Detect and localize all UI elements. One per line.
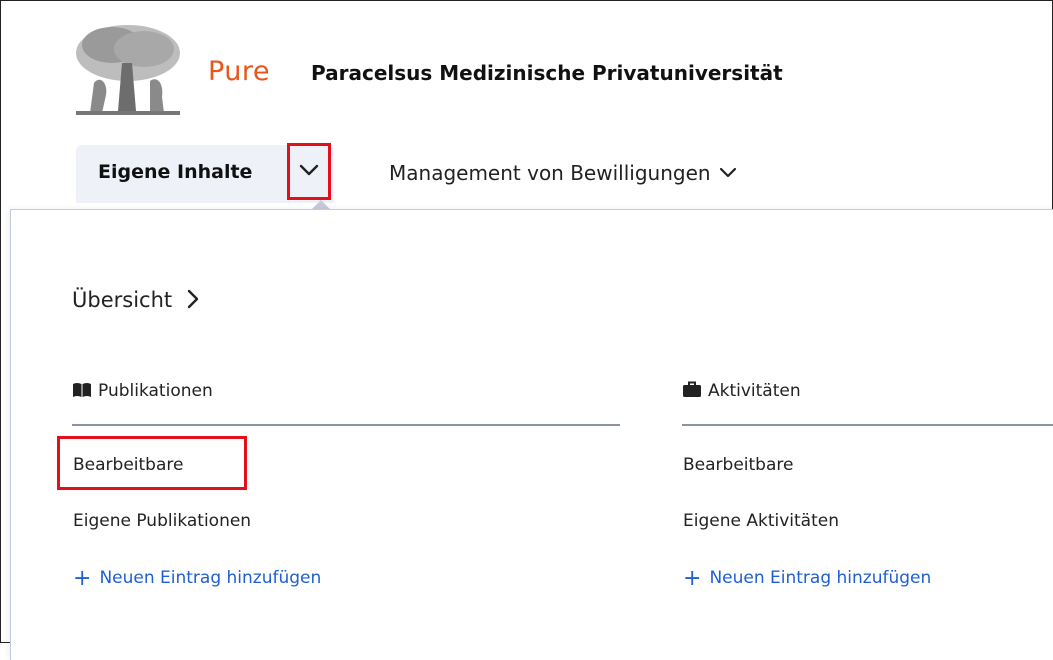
publikationen-add-entry-link[interactable]: + Neuen Eintrag hinzufügen <box>73 566 321 591</box>
add-entry-label: Neuen Eintrag hinzufügen <box>709 568 932 588</box>
plus-icon: + <box>683 566 702 591</box>
aktivitaeten-add-entry-link[interactable]: + Neuen Eintrag hinzufügen <box>683 566 931 591</box>
section-divider <box>682 424 1053 426</box>
dropdown-panel <box>10 209 1053 660</box>
overview-label: Übersicht <box>72 288 173 312</box>
highlight-bearbeitbare <box>57 436 247 490</box>
chevron-down-icon <box>719 167 736 178</box>
eigene-inhalte-dropdown-toggle[interactable] <box>287 143 331 200</box>
chevron-down-icon <box>299 164 319 176</box>
elsevier-tree-logo <box>72 23 184 118</box>
tab-label: Management von Bewilligungen <box>389 161 711 185</box>
section-heading-aktivitaeten: Aktivitäten <box>682 381 801 401</box>
add-entry-label: Neuen Eintrag hinzufügen <box>99 568 322 588</box>
briefcase-icon <box>683 381 701 397</box>
section-title: Aktivitäten <box>708 381 801 401</box>
book-icon <box>73 382 91 397</box>
section-heading-publikationen: Publikationen <box>72 381 213 401</box>
organization-name: Paracelsus Medizinische Privatuniversitä… <box>311 61 783 85</box>
chevron-right-icon <box>187 289 199 309</box>
plus-icon: + <box>73 566 92 591</box>
tab-label: Eigene Inhalte <box>98 161 253 183</box>
eigene-aktivitaeten-link[interactable]: Eigene Aktivitäten <box>683 511 839 531</box>
overview-link[interactable]: Übersicht <box>72 288 200 312</box>
section-title: Publikationen <box>98 381 213 401</box>
tab-management-von-bewilligungen[interactable]: Management von Bewilligungen <box>389 161 737 185</box>
section-divider <box>72 424 620 426</box>
eigene-publikationen-link[interactable]: Eigene Publikationen <box>73 511 251 531</box>
aktivitaeten-bearbeitbare-link[interactable]: Bearbeitbare <box>683 455 793 475</box>
brand-name[interactable]: Pure <box>208 56 270 87</box>
